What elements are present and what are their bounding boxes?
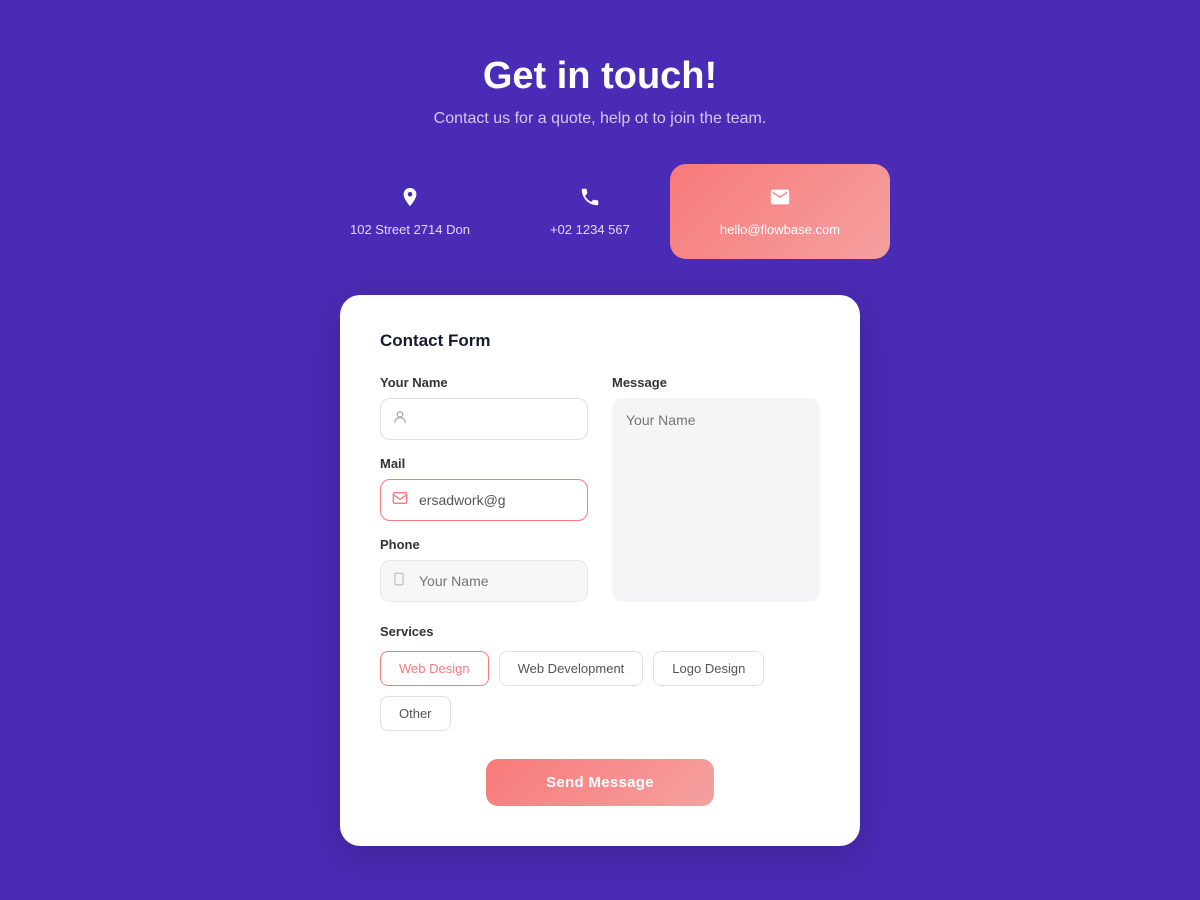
mail-input[interactable] xyxy=(380,479,588,521)
location-icon xyxy=(399,186,421,214)
mail-input-wrapper xyxy=(380,479,588,521)
page-title: Get in touch! xyxy=(483,55,717,98)
form-title: Contact Form xyxy=(380,331,820,351)
mail-label: Mail xyxy=(380,456,588,471)
name-label: Your Name xyxy=(380,375,588,390)
contact-form-card: Contact Form Your Name Mail xyxy=(340,295,860,846)
service-other[interactable]: Other xyxy=(380,696,451,731)
phone-label: Phone xyxy=(380,537,588,552)
email-text: hello@flowbase.com xyxy=(720,222,840,237)
page-wrapper: Get in touch! Contact us for a quote, he… xyxy=(20,55,1180,846)
mail-group: Mail xyxy=(380,456,588,521)
name-group: Your Name xyxy=(380,375,588,440)
phone-input-wrapper xyxy=(380,560,588,602)
phone-input[interactable] xyxy=(380,560,588,602)
contact-info-bar: 102 Street 2714 Don +02 1234 567 hello@f… xyxy=(310,164,890,259)
contact-address: 102 Street 2714 Don xyxy=(310,168,510,255)
address-text: 102 Street 2714 Don xyxy=(350,222,470,237)
services-buttons: Web Design Web Development Logo Design O… xyxy=(380,651,820,731)
form-right-col: Message xyxy=(612,375,820,602)
name-input-wrapper xyxy=(380,398,588,440)
email-icon xyxy=(769,186,791,214)
service-web-development[interactable]: Web Development xyxy=(499,651,644,686)
phone-group: Phone xyxy=(380,537,588,602)
send-message-button[interactable]: Send Message xyxy=(486,759,714,806)
phone-text: +02 1234 567 xyxy=(550,222,630,237)
page-subtitle: Contact us for a quote, help ot to join … xyxy=(434,110,767,128)
services-label: Services xyxy=(380,624,820,639)
send-btn-wrapper: Send Message xyxy=(380,759,820,806)
contact-phone: +02 1234 567 xyxy=(510,168,670,255)
form-left-col: Your Name Mail xyxy=(380,375,588,602)
phone-icon xyxy=(579,186,601,214)
services-section: Services Web Design Web Development Logo… xyxy=(380,624,820,731)
message-label: Message xyxy=(612,375,820,390)
service-logo-design[interactable]: Logo Design xyxy=(653,651,764,686)
service-web-design[interactable]: Web Design xyxy=(380,651,489,686)
name-input[interactable] xyxy=(380,398,588,440)
form-grid: Your Name Mail xyxy=(380,375,820,602)
message-textarea[interactable] xyxy=(612,398,820,602)
contact-email[interactable]: hello@flowbase.com xyxy=(670,164,890,259)
